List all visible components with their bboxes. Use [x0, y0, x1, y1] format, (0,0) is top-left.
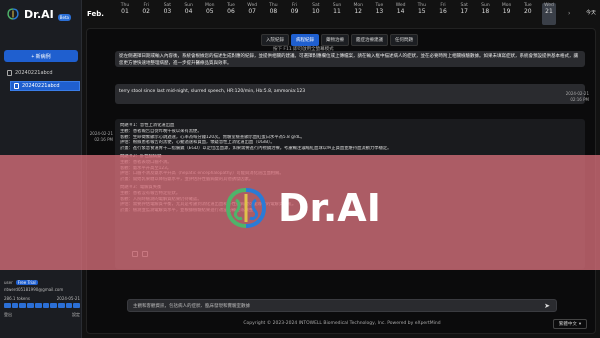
system-message: 從左側選擇日期或輸入內容後，系統會根據您的描述生成對應的紀錄，並提供相關的建議。…	[115, 51, 585, 67]
logout-button[interactable]: 登出	[4, 312, 12, 318]
date-item-20[interactable]: Tue 20	[521, 3, 535, 15]
date-item-07[interactable]: Wed 07	[245, 3, 259, 15]
date-item-17[interactable]: Sat 17	[457, 3, 471, 15]
brain-logo-icon	[7, 8, 19, 20]
usage-bar	[4, 303, 81, 308]
date-item-15[interactable]: Thu 15	[415, 3, 429, 15]
date-item-10[interactable]: Sat 10	[309, 3, 323, 15]
conversation-label: 20240221abcd	[22, 83, 60, 89]
date-strip: Feb. Thu 01 Fri 02 Sat 03 Sun 04 Mon 05 Tue 06 Wed 07…	[82, 0, 600, 28]
date-item-19[interactable]: Mon 19	[500, 3, 514, 15]
date-item-13[interactable]: Tue 13	[372, 3, 386, 15]
app-root: Dr.AI Beta + 新病例 20240221abcd 20240221ab…	[0, 0, 600, 338]
user-message: terry stool since last mid-night, slurre…	[115, 84, 585, 104]
user-panel: user Free Trial ntwerd05181990@gmail.com…	[4, 280, 81, 318]
date-item-04[interactable]: Sun 04	[182, 3, 196, 15]
new-case-button[interactable]: + 新病例	[4, 50, 78, 62]
date-item-12[interactable]: Mon 12	[351, 3, 365, 15]
app-logo[interactable]: Dr.AI Beta	[6, 7, 72, 21]
conversation-item-active[interactable]: 20240221abcd	[10, 81, 80, 91]
language-label: 繁體中文	[558, 322, 577, 327]
tab-2[interactable]: 藥物治療	[321, 34, 349, 46]
user-email: ntwerd05181990@gmail.com	[4, 287, 64, 292]
tab-0[interactable]: 入院紀錄	[261, 34, 289, 46]
today-button[interactable]: 今天	[586, 9, 596, 16]
document-icon	[14, 83, 19, 89]
usage-text: 286.1 tokens	[4, 296, 30, 301]
ai-line: 計畫：進行緊急食道胃十二指腸鏡（EGD）以定位出血源，如果需要進行內視鏡治療。考…	[120, 146, 392, 152]
conversation-label: 20240221abcd	[15, 70, 53, 76]
tab-3[interactable]: 鑑症治療建議	[351, 34, 388, 46]
plan-badge: Free Trial	[15, 280, 38, 285]
date-item-11[interactable]: Sun 11	[330, 3, 344, 15]
settings-button[interactable]: 設定	[72, 312, 80, 318]
chevron-right-icon[interactable]: ›	[568, 10, 570, 17]
watermark-text: Dr.AI	[278, 186, 381, 230]
brain-logo-icon	[225, 188, 267, 228]
watermark: Dr.AI	[222, 184, 381, 232]
user-label: user	[4, 280, 13, 285]
date-item-03[interactable]: Sat 03	[160, 3, 174, 15]
date-item-01[interactable]: Thu 01	[118, 3, 132, 15]
date-item-16[interactable]: Fri 16	[436, 3, 450, 15]
record-tabs: 入院紀錄 病程紀錄 藥物治療 鑑症治療建議 任何問題	[261, 34, 418, 46]
date-item-06[interactable]: Tue 06	[224, 3, 238, 15]
date-item-14[interactable]: Wed 14	[394, 3, 408, 15]
message-input[interactable]: 主觀和客觀資訊，包括病人的症狀、臨床發現和實驗室數據 ➤	[127, 299, 557, 312]
chevron-down-icon: ▾	[578, 321, 582, 327]
copyright: Copyright © 2023-2024 INTOWELL Biomedica…	[243, 321, 441, 326]
beta-badge: Beta	[57, 14, 72, 21]
tab-4[interactable]: 任何問題	[390, 34, 418, 46]
date-item-21[interactable]: Wed 21	[542, 3, 556, 25]
app-name: Dr.AI	[24, 7, 54, 21]
date-item-02[interactable]: Fri 02	[139, 3, 153, 15]
language-select[interactable]: 繁體中文 ▾	[553, 319, 587, 329]
conversation-item[interactable]: 20240221abcd	[4, 68, 78, 78]
usage-date: 2024-05-21	[56, 296, 80, 301]
document-icon	[7, 70, 12, 76]
date-item-05[interactable]: Mon 05	[203, 3, 217, 15]
input-placeholder: 主觀和客觀資訊，包括病人的症狀、臨床發現和實驗室數據	[133, 303, 250, 309]
month-label: Feb.	[87, 10, 104, 18]
date-item-09[interactable]: Fri 09	[288, 3, 302, 15]
tab-1[interactable]: 病程紀錄	[291, 34, 319, 46]
ai-timestamp: 2024-02-21 02:16 PM	[89, 131, 113, 142]
date-item-08[interactable]: Thu 08	[266, 3, 280, 15]
send-icon[interactable]: ➤	[544, 302, 550, 310]
date-item-18[interactable]: Sun 18	[478, 3, 492, 15]
user-timestamp: 2024-02-21 02:16 PM	[565, 91, 589, 102]
